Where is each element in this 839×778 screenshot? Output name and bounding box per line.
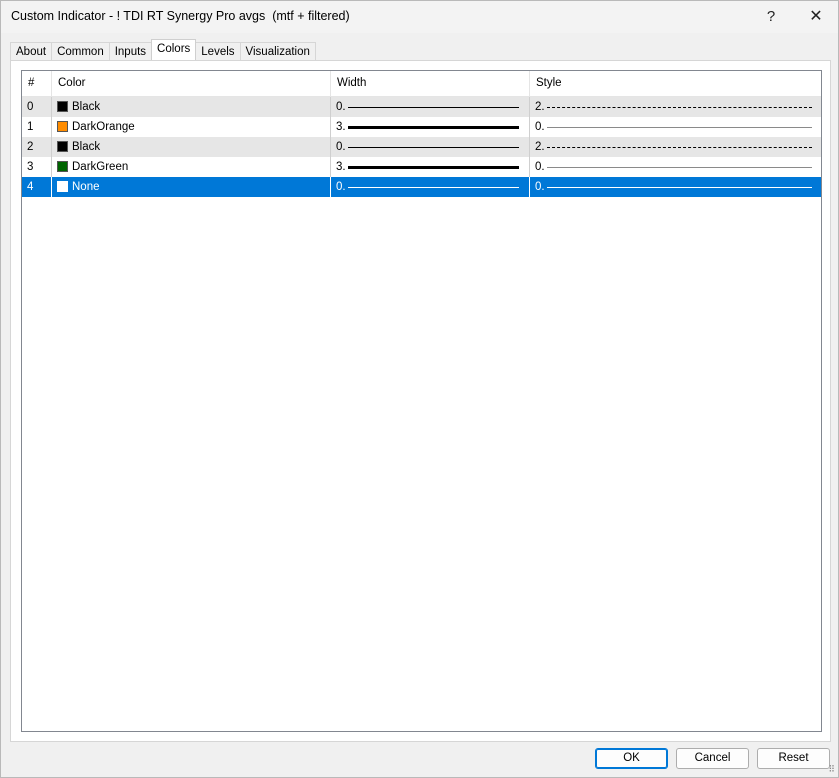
width-cell[interactable]: 3. (331, 157, 530, 177)
table-row[interactable]: 3 DarkGreen 3. 0. (22, 157, 821, 177)
column-header-style[interactable]: Style (530, 71, 821, 96)
width-line-preview (348, 187, 519, 188)
tab-colors[interactable]: Colors (151, 39, 197, 60)
color-swatch (57, 121, 68, 132)
title-bar: Custom Indicator - ! TDI RT Synergy Pro … (1, 1, 838, 33)
style-cell[interactable]: 0. (530, 157, 821, 177)
color-swatch (57, 161, 68, 172)
list-header: # Color Width Style (22, 71, 821, 97)
color-swatch (57, 141, 68, 152)
table-row[interactable]: 1 DarkOrange 3. 0. (22, 117, 821, 137)
width-label: 0. (336, 141, 346, 153)
row-index: 4 (22, 177, 52, 197)
dialog-title: Custom Indicator - ! TDI RT Synergy Pro … (11, 9, 350, 23)
style-label: 0. (535, 121, 545, 133)
row-index: 1 (22, 117, 52, 137)
style-line-preview (547, 107, 812, 108)
table-row[interactable]: 4 None 0. 0. (22, 177, 821, 197)
style-cell[interactable]: 0. (530, 177, 821, 197)
tab-inputs[interactable]: Inputs (108, 42, 153, 60)
width-label: 3. (336, 161, 346, 173)
width-cell[interactable]: 0. (331, 177, 530, 197)
tab-levels[interactable]: Levels (195, 42, 241, 60)
column-header-width[interactable]: Width (331, 71, 530, 96)
style-label: 0. (535, 161, 545, 173)
column-header-index[interactable]: # (22, 71, 52, 96)
tab-about[interactable]: About (10, 42, 53, 60)
color-cell[interactable]: DarkOrange (52, 117, 331, 137)
color-cell[interactable]: DarkGreen (52, 157, 331, 177)
color-swatch (57, 101, 68, 112)
style-label: 2. (535, 101, 545, 113)
color-cell[interactable]: Black (52, 97, 331, 117)
width-line-preview (348, 107, 519, 108)
indicator-properties-dialog: Custom Indicator - ! TDI RT Synergy Pro … (0, 0, 839, 778)
width-cell[interactable]: 0. (331, 137, 530, 157)
help-icon: ? (766, 8, 776, 25)
width-line-preview (348, 126, 519, 129)
ok-button[interactable]: OK (595, 748, 668, 769)
style-line-preview (547, 127, 812, 128)
table-row[interactable]: 2 Black 0. 2. (22, 137, 821, 157)
color-cell[interactable]: Black (52, 137, 331, 157)
cancel-button[interactable]: Cancel (676, 748, 749, 769)
color-swatch (57, 181, 68, 192)
tab-strip: About Common Inputs Colors Levels Visual… (10, 39, 316, 60)
row-index: 3 (22, 157, 52, 177)
row-index: 0 (22, 97, 52, 117)
resize-grip-icon[interactable]: ⠿ (828, 764, 835, 775)
table-row[interactable]: 0 Black 0. 2. (22, 97, 821, 117)
width-cell[interactable]: 0. (331, 97, 530, 117)
colors-tab-panel: # Color Width Style 0 Black 0. 2. 1 DarkOrang… (10, 60, 831, 742)
style-cell[interactable]: 2. (530, 97, 821, 117)
help-button[interactable]: ? (751, 1, 791, 33)
color-cell[interactable]: None (52, 177, 331, 197)
tab-common[interactable]: Common (51, 42, 110, 60)
color-name: Black (72, 101, 101, 113)
close-icon: ✕ (809, 8, 823, 25)
style-cell[interactable]: 0. (530, 117, 821, 137)
style-line-preview (547, 147, 812, 148)
color-name: Black (72, 141, 101, 153)
close-button[interactable]: ✕ (796, 1, 836, 33)
width-label: 3. (336, 121, 346, 133)
width-label: 0. (336, 181, 346, 193)
width-line-preview (348, 147, 519, 148)
color-name: None (72, 181, 100, 193)
width-cell[interactable]: 3. (331, 117, 530, 137)
color-name: DarkOrange (72, 121, 135, 133)
style-cell[interactable]: 2. (530, 137, 821, 157)
column-header-color[interactable]: Color (52, 71, 331, 96)
style-line-preview (547, 187, 812, 188)
style-label: 2. (535, 141, 545, 153)
width-label: 0. (336, 101, 346, 113)
tab-visualization[interactable]: Visualization (239, 42, 316, 60)
style-line-preview (547, 167, 812, 168)
color-name: DarkGreen (72, 161, 129, 173)
style-label: 0. (535, 181, 545, 193)
row-index: 2 (22, 137, 52, 157)
colors-list[interactable]: # Color Width Style 0 Black 0. 2. 1 DarkOrang… (21, 70, 822, 732)
width-line-preview (348, 166, 519, 169)
reset-button[interactable]: Reset (757, 748, 830, 769)
